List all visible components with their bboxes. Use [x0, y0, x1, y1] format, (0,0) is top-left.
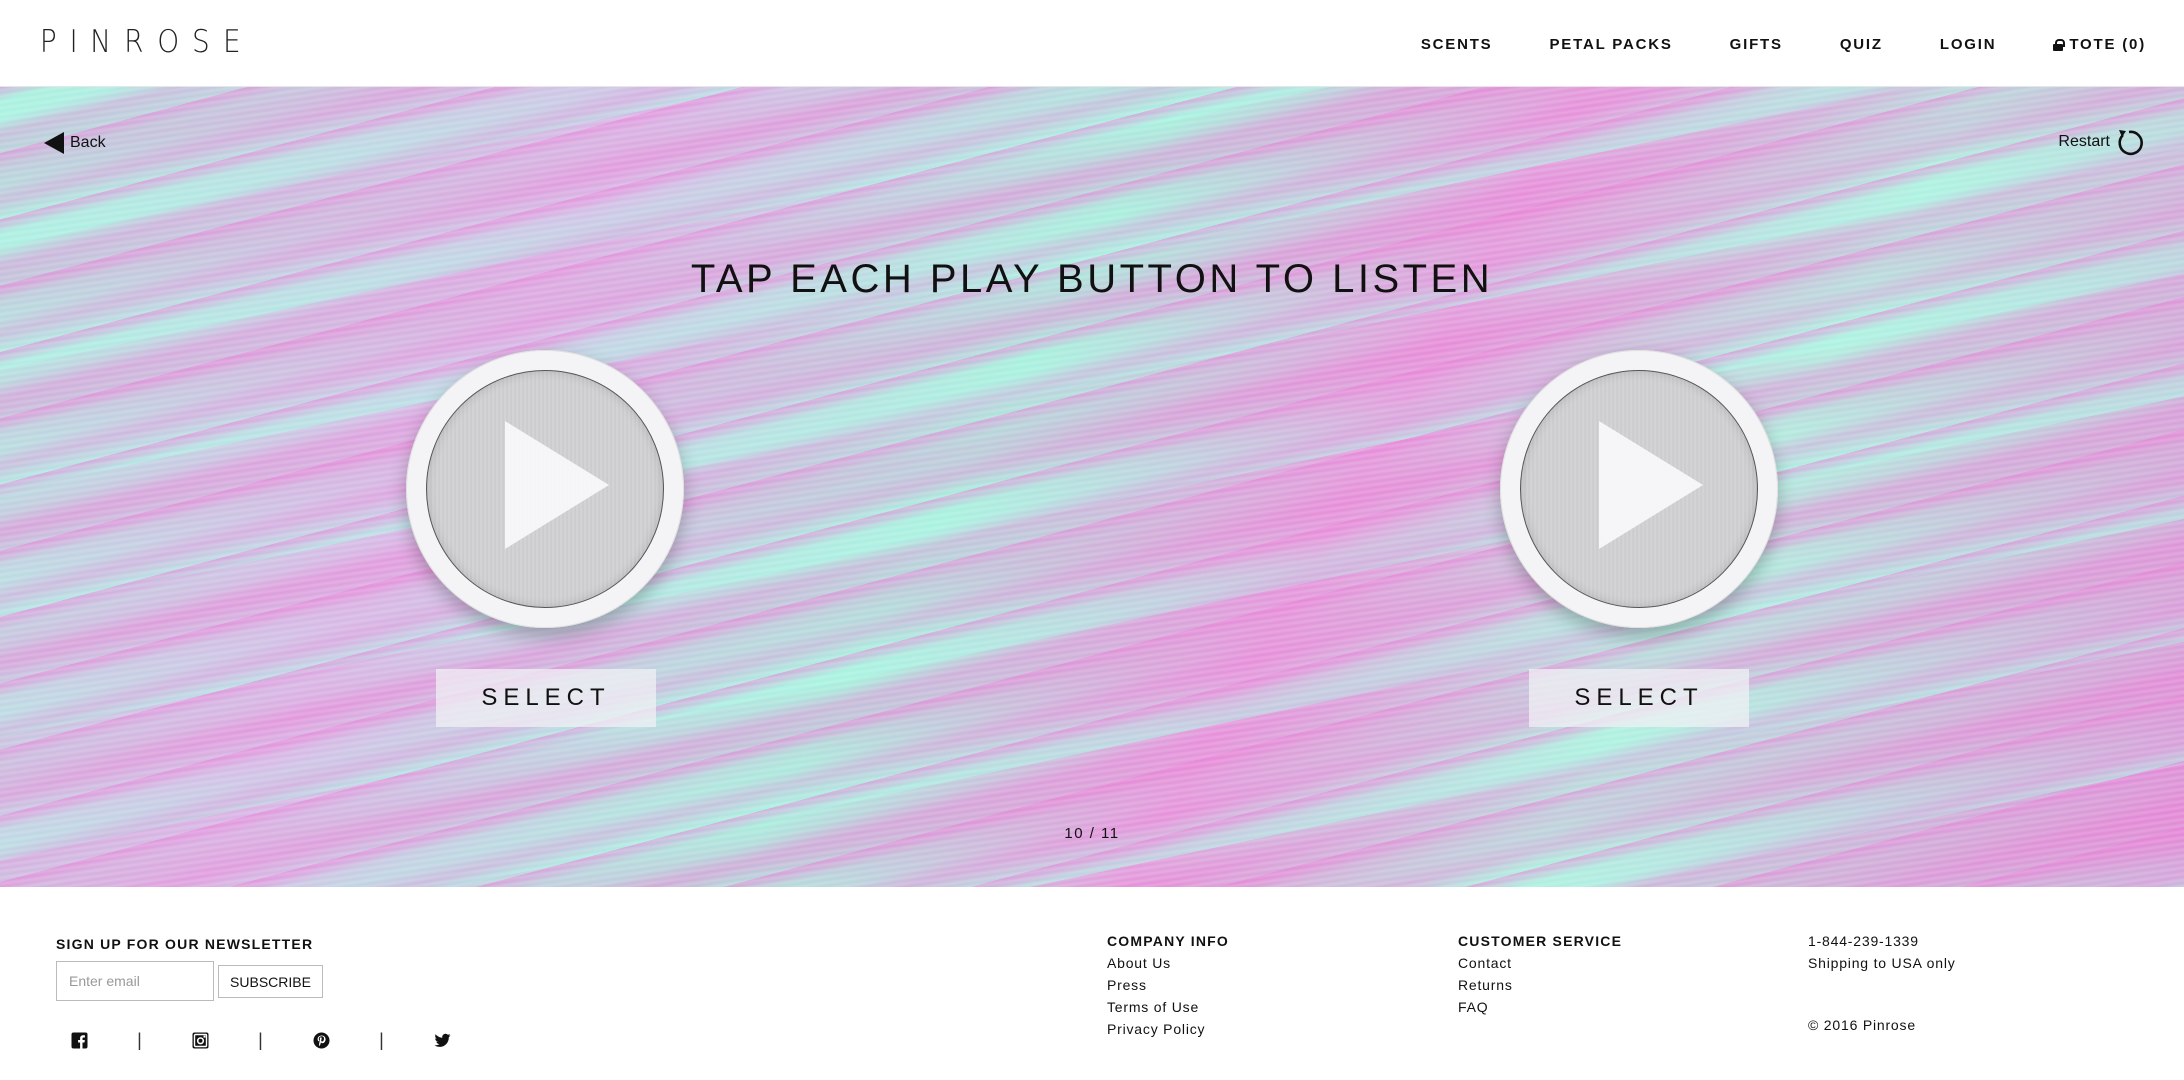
social-separator: |: [137, 1030, 142, 1050]
play-icon: [1599, 421, 1703, 549]
site-header: P I N R O S E SCENTS PETAL PACKS GIFTS Q…: [0, 0, 2184, 87]
link-faq[interactable]: FAQ: [1458, 996, 1622, 1018]
restart-label: Restart: [2058, 133, 2110, 150]
right-select-button[interactable]: SELECT: [1529, 669, 1749, 727]
quiz-hero: Back Restart TAP EACH PLAY BUTTON TO LIS…: [0, 87, 2184, 887]
twitter-icon[interactable]: [419, 1032, 465, 1049]
nav-login[interactable]: LOGIN: [1940, 36, 1997, 53]
link-returns[interactable]: Returns: [1458, 974, 1622, 996]
instagram-icon[interactable]: [177, 1032, 223, 1049]
quiz-progress: 10 / 11: [1064, 825, 1120, 842]
pinrose-logo[interactable]: P I N R O S E: [39, 24, 241, 60]
main-nav: SCENTS PETAL PACKS GIFTS QUIZ LOGIN TOTE…: [1421, 36, 2146, 53]
play-icon: [505, 421, 609, 549]
page-title: TAP EACH PLAY BUTTON TO LISTEN: [690, 257, 1494, 301]
left-select-button[interactable]: SELECT: [436, 669, 656, 727]
nav-petal-packs[interactable]: PETAL PACKS: [1550, 36, 1673, 53]
social-links: | | |: [56, 1030, 465, 1051]
link-press[interactable]: Press: [1107, 974, 1229, 996]
link-privacy-policy[interactable]: Privacy Policy: [1107, 1018, 1229, 1040]
nav-gifts[interactable]: GIFTS: [1730, 36, 1783, 53]
customer-service-column: CUSTOMER SERVICE Contact Returns FAQ: [1458, 930, 1622, 1018]
pinterest-icon[interactable]: [298, 1032, 344, 1049]
back-button[interactable]: Back: [44, 132, 106, 154]
social-separator: |: [379, 1030, 384, 1050]
subscribe-button[interactable]: SUBSCRIBE: [218, 965, 323, 998]
restart-button[interactable]: Restart: [2058, 127, 2144, 157]
social-separator: |: [258, 1030, 263, 1050]
back-arrow-icon: [44, 132, 64, 154]
contact-column: 1-844-239-1339 Shipping to USA only: [1808, 930, 1956, 974]
phone-number[interactable]: 1-844-239-1339: [1808, 930, 1956, 952]
link-about-us[interactable]: About Us: [1107, 952, 1229, 974]
newsletter-title: SIGN UP FOR OUR NEWSLETTER: [56, 936, 314, 952]
back-label: Back: [70, 134, 106, 151]
nav-scents[interactable]: SCENTS: [1421, 36, 1493, 53]
shipping-note: Shipping to USA only: [1808, 955, 1956, 971]
left-play-button[interactable]: [406, 350, 684, 628]
customer-service-title: CUSTOMER SERVICE: [1458, 933, 1623, 949]
email-field[interactable]: Enter email: [56, 961, 214, 1001]
nav-tote[interactable]: TOTE (0): [2053, 36, 2146, 53]
restart-icon: [2118, 130, 2143, 156]
link-terms-of-use[interactable]: Terms of Use: [1107, 996, 1229, 1018]
lock-icon: [2053, 38, 2066, 51]
company-info-title: COMPANY INFO: [1107, 933, 1229, 949]
right-play-button[interactable]: [1500, 350, 1778, 628]
copyright: © 2016 Pinrose: [1808, 1017, 1916, 1033]
nav-quiz[interactable]: QUIZ: [1840, 36, 1883, 53]
link-contact[interactable]: Contact: [1458, 952, 1622, 974]
facebook-icon[interactable]: [56, 1032, 102, 1049]
site-footer: SIGN UP FOR OUR NEWSLETTER Enter email S…: [0, 887, 2184, 1080]
company-info-column: COMPANY INFO About Us Press Terms of Use…: [1107, 930, 1229, 1040]
tote-label: TOTE (0): [2069, 36, 2146, 53]
